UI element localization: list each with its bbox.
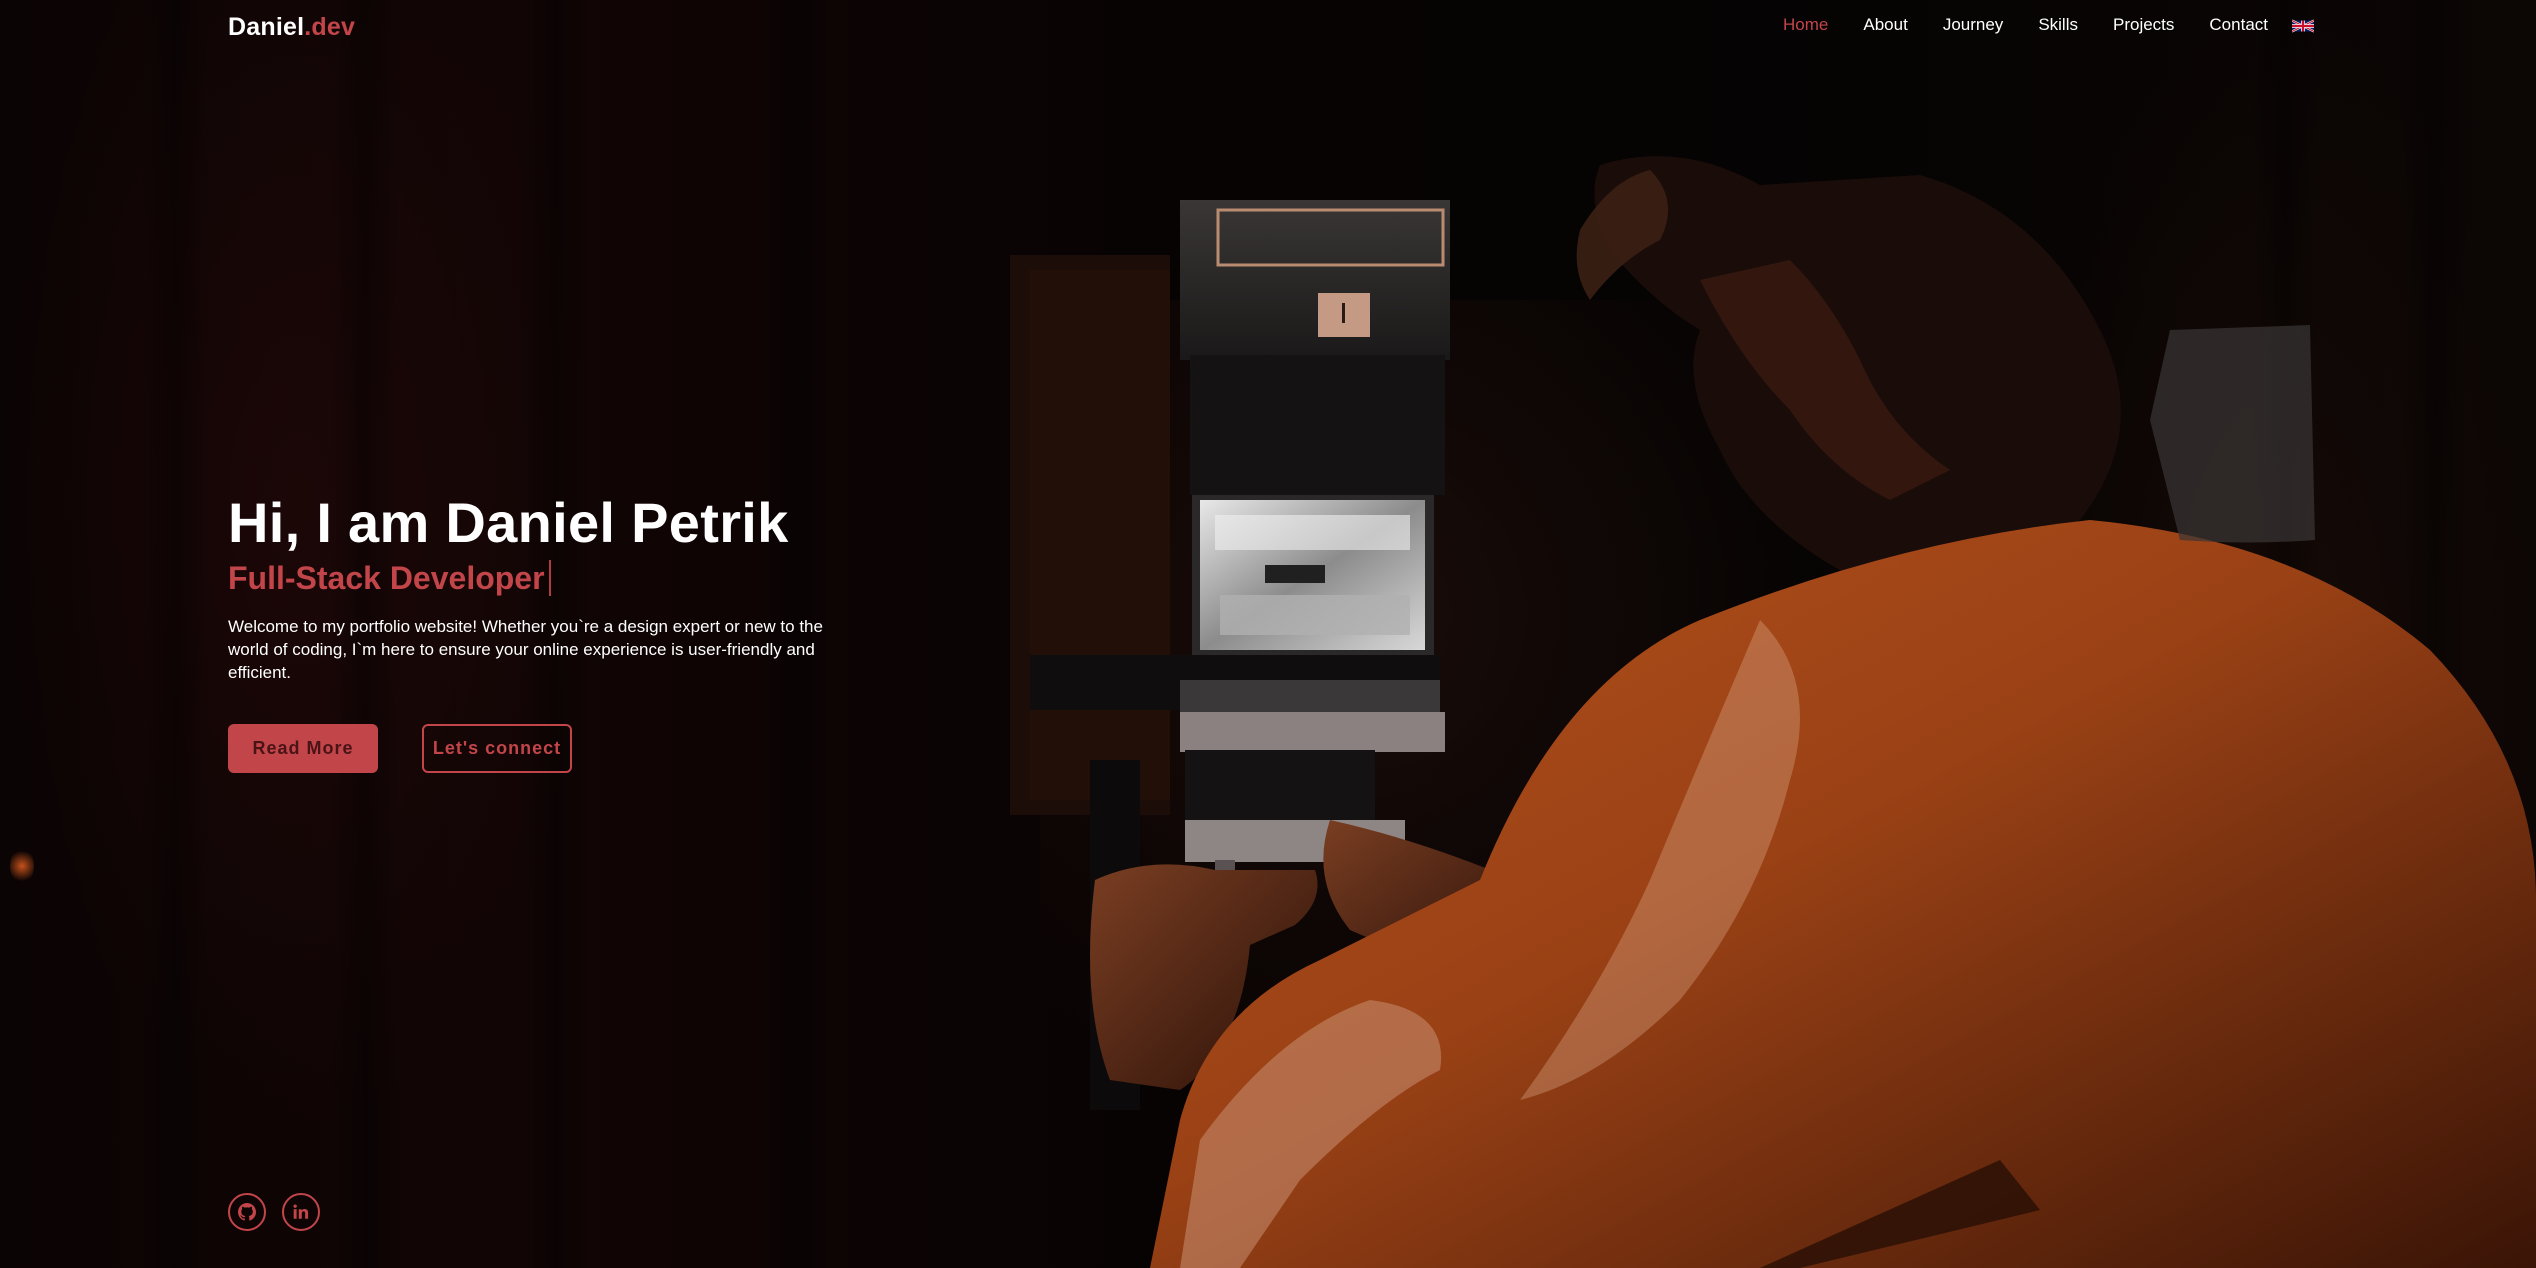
page: Daniel.dev Home About Journey Skills Pro… [0, 0, 2536, 1268]
hero-subtitle: Full-Stack Developer [228, 558, 868, 598]
nav-item-contact[interactable]: Contact [2209, 15, 2268, 35]
read-more-button[interactable]: Read More [228, 724, 378, 773]
site-logo[interactable]: Daniel.dev [228, 13, 355, 42]
nav-item-about[interactable]: About [1863, 15, 1907, 35]
linkedin-icon [293, 1204, 309, 1219]
social-links [228, 1193, 320, 1231]
main-menu: Home About Journey Skills Projects Conta… [1748, 15, 2314, 35]
hero-description: Welcome to my portfolio website! Whether… [228, 617, 823, 682]
top-navbar: Daniel.dev Home About Journey Skills Pro… [0, 0, 2536, 54]
github-link[interactable] [228, 1193, 266, 1231]
nav-item-home[interactable]: Home [1783, 15, 1828, 35]
uk-flag-icon[interactable] [2292, 19, 2314, 33]
nav-item-journey[interactable]: Journey [1943, 15, 2003, 35]
typing-caret [548, 560, 551, 596]
nav-item-projects[interactable]: Projects [2113, 15, 2174, 35]
logo-suffix: .dev [304, 13, 356, 41]
nav-item-skills[interactable]: Skills [2038, 15, 2078, 35]
logo-name: Daniel [228, 13, 305, 41]
hero-title: Hi, I am Daniel Petrik [228, 491, 789, 554]
lets-connect-button[interactable]: Let's connect [422, 724, 572, 773]
hero-buttons: Read More Let's connect [228, 724, 868, 773]
linkedin-link[interactable] [282, 1193, 320, 1231]
hero-section: Hi, I am Daniel Petrik Full-Stack Develo… [228, 490, 868, 773]
hero-subtitle-text: Full-Stack Developer [228, 560, 545, 596]
github-icon [238, 1203, 256, 1221]
